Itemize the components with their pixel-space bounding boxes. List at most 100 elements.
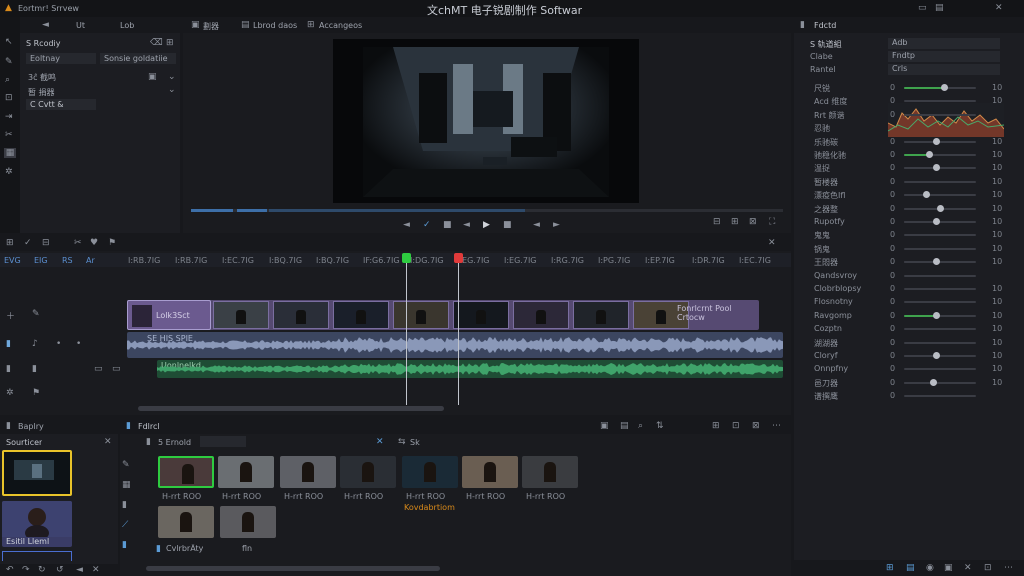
bin-clip-selected[interactable] [2, 450, 72, 496]
pen-icon[interactable]: ✎ [122, 460, 130, 470]
ai-icon[interactable]: ▮ [122, 540, 127, 550]
expand-icon[interactable]: ⊞ [166, 38, 174, 48]
inspector-param-slider[interactable] [904, 274, 976, 277]
prev-frame-button[interactable]: ◄ [403, 220, 410, 230]
timeline-clip[interactable] [453, 301, 509, 329]
clip-selected[interactable]: Lolk3Sct [127, 300, 211, 330]
media-thumbnail[interactable] [280, 456, 336, 488]
clear-filter-icon[interactable]: ✕ [376, 437, 384, 447]
inspector-field-value[interactable]: Adb [888, 38, 1000, 49]
media-thumbnail[interactable] [158, 456, 214, 488]
view-icon[interactable]: ▣ [944, 563, 953, 573]
chevron-down-icon[interactable]: ⌄ [168, 85, 176, 95]
inspector-param-slider[interactable] [904, 180, 976, 183]
inspector-param-knob[interactable] [922, 191, 930, 199]
timeline-clip[interactable] [573, 301, 629, 329]
next-button[interactable]: ◄ [533, 220, 540, 230]
fit-icon[interactable]: ⊟ [713, 217, 721, 227]
stop-button[interactable]: ■ [443, 220, 452, 230]
flag-icon[interactable]: ⚑ [108, 238, 116, 248]
bin-clip[interactable]: Esitil Lleml [2, 501, 72, 547]
check-icon[interactable]: ✓ [24, 238, 32, 248]
effect-icon[interactable]: ✲ [6, 388, 14, 398]
bin-clip-outline[interactable] [2, 551, 72, 561]
zoom-tool-icon[interactable]: ⌕ [5, 75, 10, 85]
effects-tool-icon[interactable]: ✲ [5, 167, 13, 177]
grid-icon[interactable]: ⊞ [712, 421, 720, 431]
media-thumbnail[interactable] [522, 456, 578, 488]
view-icon[interactable]: ▣ [600, 421, 609, 431]
inspector-param-slider[interactable] [904, 301, 976, 304]
redo-icon[interactable]: ↷ [22, 565, 30, 575]
inspector-param-slider[interactable] [904, 113, 976, 116]
inspector-param-knob[interactable] [933, 137, 941, 145]
grid-tool-icon[interactable]: ▦ [4, 148, 16, 158]
grid-icon[interactable]: ⊞ [886, 563, 894, 573]
more-icon[interactable]: ⋯ [1004, 563, 1013, 573]
media-thumbnail[interactable] [218, 456, 274, 488]
inspector-param-slider[interactable] [904, 288, 976, 290]
fullscreen-icon[interactable]: ⛶ [769, 217, 775, 227]
tab-library[interactable]: Lbrod daos [253, 21, 297, 30]
audio-track-icon[interactable]: ▮ [6, 364, 11, 374]
pen-tool-icon[interactable]: ✎ [5, 57, 13, 67]
inspector-param-slider[interactable] [904, 368, 976, 371]
left-icon[interactable]: ◄ [76, 565, 83, 575]
tools-icon[interactable]: ✕ [964, 563, 972, 573]
timeline-ruler[interactable]: EVG EIG RS Ar I:RB.7IG I:RB.7IG I:EC.7IG I:… [0, 253, 791, 267]
cut-icon[interactable]: ✂ [74, 238, 82, 248]
timeline-clip[interactable] [513, 301, 569, 329]
inspector-param-knob[interactable] [940, 84, 948, 91]
playhead-green[interactable] [406, 253, 407, 405]
sort-icon[interactable]: ⇅ [656, 421, 664, 431]
inspector-param-knob[interactable] [933, 218, 941, 225]
select-tool-icon[interactable]: ↖ [5, 37, 13, 47]
flag-track-icon[interactable]: ⚑ [32, 388, 40, 398]
link-icon[interactable]: ↺ [56, 565, 64, 575]
rewind-button[interactable]: ◄ [463, 220, 470, 230]
video-track-icon[interactable]: ▮ [6, 339, 11, 349]
media-thumbnail[interactable] [220, 506, 276, 538]
timeline-scrollbar[interactable] [138, 406, 444, 411]
list-icon[interactable]: ▤ [906, 563, 915, 573]
timeline-clip[interactable] [213, 301, 269, 329]
expand-icon[interactable]: ⊠ [752, 421, 760, 431]
list-view-icon[interactable]: ▤ [620, 421, 629, 431]
fast-forward-button[interactable]: ► [553, 220, 560, 230]
undo-icon[interactable]: ↶ [6, 565, 14, 575]
inspector-field-value[interactable]: Crls [888, 64, 1000, 75]
inspector-param-knob[interactable] [933, 164, 941, 172]
add-track-icon[interactable]: ＋ [6, 309, 15, 322]
back-icon[interactable]: ◄ [42, 20, 49, 30]
media-thumbnail[interactable] [340, 456, 396, 488]
inspector-param-slider[interactable] [904, 328, 976, 331]
audio-edit-icon[interactable]: ♪ [32, 339, 38, 349]
settings-icon[interactable]: ⊡ [984, 563, 992, 573]
media-scrollbar[interactable] [146, 566, 440, 571]
audio-track-2[interactable]: Uonlnelkd [157, 360, 783, 378]
inspector-param-slider[interactable] [904, 395, 976, 398]
safe-zone-icon[interactable]: ⊞ [731, 217, 739, 227]
chevron-down-icon[interactable]: ⌄ [168, 72, 176, 82]
inspector-param-knob[interactable] [926, 151, 934, 158]
lock-icon[interactable]: ▮ [32, 364, 37, 374]
solo-button[interactable]: • [76, 339, 81, 349]
stop-button-2[interactable]: ■ [503, 220, 512, 230]
mark-in-button[interactable]: ✓ [423, 220, 431, 230]
media-thumbnail[interactable] [402, 456, 458, 488]
grid-icon[interactable]: ⊞ [6, 238, 14, 248]
media-thumbnail[interactable] [158, 506, 214, 538]
tab-arrange[interactable]: Accangeos [319, 21, 362, 30]
trash-icon[interactable]: ⌫ [150, 38, 163, 48]
settings-icon[interactable]: ⊠ [749, 217, 757, 227]
tab-viewer[interactable]: 劃器 [203, 21, 219, 32]
settings-icon[interactable]: ⊡ [732, 421, 740, 431]
search-icon[interactable]: ⌕ [638, 421, 643, 431]
playhead-red[interactable] [458, 253, 459, 405]
filter-dropdown[interactable] [200, 436, 246, 447]
fx-icon[interactable]: ▭ [112, 364, 121, 374]
mute-button[interactable]: • [56, 339, 61, 349]
inspector-tab[interactable]: Fdctd [814, 21, 836, 30]
inspector-param-knob[interactable] [937, 204, 944, 212]
playhead-green-handle[interactable] [402, 253, 411, 263]
